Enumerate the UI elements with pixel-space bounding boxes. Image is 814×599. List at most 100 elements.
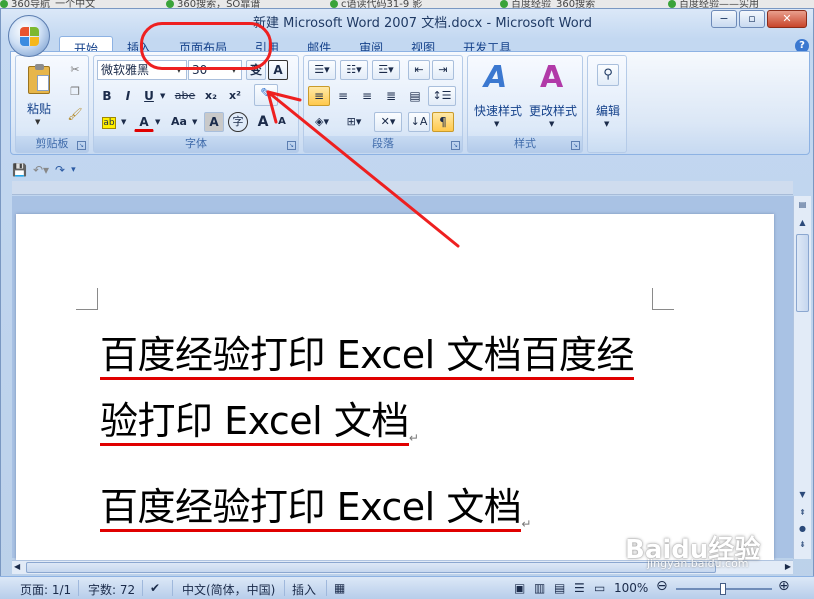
increase-indent-icon[interactable]: ⇥: [432, 60, 454, 80]
clipboard-launcher-icon[interactable]: ↘: [77, 141, 86, 150]
language-indicator[interactable]: 中文(简体，中国): [182, 581, 275, 598]
cut-icon[interactable]: ✂: [66, 60, 84, 80]
save-icon[interactable]: 💾: [12, 163, 27, 177]
change-styles-button[interactable]: A 更改样式 ▼: [526, 60, 580, 134]
customize-toolbar-icon[interactable]: ▾: [71, 165, 76, 175]
full-screen-reading-icon[interactable]: ▥: [534, 581, 545, 595]
vertical-scrollbar[interactable]: ▤ ▲ ▼ ⇞ ● ⇟: [793, 196, 811, 559]
ruler-toggle-icon[interactable]: ▤: [796, 198, 809, 211]
align-center-icon[interactable]: ≡: [332, 86, 354, 106]
redo-icon[interactable]: ↷: [55, 163, 65, 177]
font-color-button[interactable]: A: [134, 112, 154, 132]
font-color-dropdown-icon[interactable]: ▼: [155, 118, 160, 126]
paragraph-launcher-icon[interactable]: ↘: [451, 141, 460, 150]
scroll-up-icon[interactable]: ▲: [796, 216, 809, 229]
styles-group-label: 样式: [468, 136, 582, 152]
scroll-right-icon[interactable]: ▶: [785, 562, 791, 571]
browse-object-icon[interactable]: ●: [796, 522, 809, 535]
horizontal-scroll-thumb[interactable]: [26, 562, 716, 573]
clear-format-icon[interactable]: ✎: [254, 84, 278, 106]
status-divider: [78, 580, 79, 596]
restore-button[interactable]: ▫: [739, 10, 765, 28]
line-spacing-icon[interactable]: ↕☰: [428, 86, 456, 106]
char-border-button[interactable]: A: [268, 60, 288, 80]
browser-tab[interactable]: c语读代码31-9 影: [330, 0, 460, 8]
zoom-slider[interactable]: [676, 583, 772, 595]
status-divider: [172, 580, 173, 596]
chinese-layout-icon[interactable]: ✕▾: [374, 112, 402, 132]
format-painter-icon[interactable]: 🖌: [66, 104, 84, 124]
shrink-font-button[interactable]: A: [274, 112, 290, 132]
subscript-button[interactable]: x₂: [200, 86, 222, 106]
insert-mode[interactable]: 插入: [292, 581, 316, 598]
enclose-char-button[interactable]: 字: [228, 112, 248, 132]
browser-tab[interactable]: 360搜索，SO靠谱: [166, 0, 296, 8]
char-shading-button[interactable]: A: [204, 112, 224, 132]
quick-styles-icon: A: [484, 60, 508, 95]
quick-access-toolbar: 💾 ↶▾ ↷ ▾: [12, 161, 76, 179]
copy-icon[interactable]: ❐: [66, 82, 84, 102]
shading-icon[interactable]: ◈▾: [308, 112, 336, 132]
minimize-button[interactable]: −: [711, 10, 737, 28]
change-case-dropdown-icon[interactable]: ▼: [192, 118, 197, 126]
editing-button[interactable]: ⚲ 编辑 ▼: [590, 60, 626, 134]
draft-view-icon[interactable]: ▭: [594, 581, 605, 595]
justify-icon[interactable]: ≣: [380, 86, 402, 106]
browser-favicon-icon: [500, 0, 508, 8]
zoom-in-icon[interactable]: ⊕: [778, 578, 790, 594]
align-left-icon[interactable]: ≡: [308, 86, 330, 106]
vertical-scroll-thumb[interactable]: [796, 234, 809, 312]
sort-icon[interactable]: ↓A: [408, 112, 430, 132]
browser-tab[interactable]: 百度经验——实用: [668, 0, 814, 8]
borders-icon[interactable]: ⊞▾: [340, 112, 368, 132]
zoom-slider-thumb[interactable]: [720, 583, 726, 595]
underline-button[interactable]: U: [140, 86, 158, 106]
browser-tab[interactable]: 百度经验_360搜索: [500, 0, 630, 8]
grow-font-button[interactable]: A: [254, 112, 272, 132]
change-case-button[interactable]: Aa: [166, 112, 192, 132]
styles-launcher-icon[interactable]: ↘: [571, 141, 580, 150]
web-layout-icon[interactable]: ▤: [554, 581, 565, 595]
show-marks-icon[interactable]: ¶: [432, 112, 454, 132]
numbering-icon[interactable]: ☷▾: [340, 60, 368, 80]
decrease-indent-icon[interactable]: ⇤: [408, 60, 430, 80]
highlight-dropdown-icon[interactable]: ▼: [121, 118, 126, 126]
window-title: 新建 Microsoft Word 2007 文档.docx - Microso…: [253, 16, 593, 31]
superscript-button[interactable]: x²: [224, 86, 246, 106]
multilevel-list-icon[interactable]: ☲▾: [372, 60, 400, 80]
underline-dropdown-icon[interactable]: ▼: [160, 92, 165, 100]
paste-button[interactable]: 粘贴 ▼: [20, 60, 58, 134]
paste-label: 粘贴: [26, 102, 51, 116]
zoom-out-icon[interactable]: ⊖: [656, 578, 668, 594]
highlight-button[interactable]: ab: [98, 112, 120, 132]
window-controls: − ▫ ✕: [711, 10, 807, 28]
print-layout-icon[interactable]: ▣: [514, 581, 525, 595]
scroll-left-icon[interactable]: ◀: [14, 562, 20, 571]
font-launcher-icon[interactable]: ↘: [287, 141, 296, 150]
word-count[interactable]: 字数: 72: [88, 581, 135, 598]
strikethrough-button[interactable]: abe: [172, 86, 198, 106]
distributed-icon[interactable]: ▤: [404, 86, 426, 106]
quick-styles-button[interactable]: A 快速样式 ▼: [472, 60, 524, 134]
close-button[interactable]: ✕: [767, 10, 807, 28]
align-right-icon[interactable]: ≡: [356, 86, 378, 106]
macro-record-icon[interactable]: ▦: [334, 581, 345, 595]
browser-tab-label: 360导航_一个中文: [11, 0, 96, 8]
highlighter-icon: ab: [102, 116, 116, 129]
page-count[interactable]: 页面: 1/1: [20, 581, 71, 598]
zoom-level[interactable]: 100%: [614, 581, 648, 595]
previous-page-icon[interactable]: ⇞: [796, 506, 809, 519]
next-page-icon[interactable]: ⇟: [796, 538, 809, 551]
document-page[interactable]: 百度经验打印 Excel 文档百度经 验打印 Excel 文档↵ 百度经验打印 …: [16, 214, 774, 560]
scroll-down-icon[interactable]: ▼: [796, 488, 809, 501]
outline-view-icon[interactable]: ☰: [574, 581, 585, 595]
bold-button[interactable]: B: [98, 86, 116, 106]
office-button[interactable]: [8, 15, 50, 57]
proofing-icon[interactable]: ✔: [150, 581, 160, 595]
document-text: 验打印 Excel 文档: [100, 399, 409, 446]
undo-icon[interactable]: ↶▾: [33, 163, 49, 177]
binoculars-icon: ⚲: [597, 64, 619, 86]
bullets-icon[interactable]: ☰▾: [308, 60, 336, 80]
italic-button[interactable]: I: [119, 86, 137, 106]
browser-tab[interactable]: 360导航_一个中文: [0, 0, 110, 8]
